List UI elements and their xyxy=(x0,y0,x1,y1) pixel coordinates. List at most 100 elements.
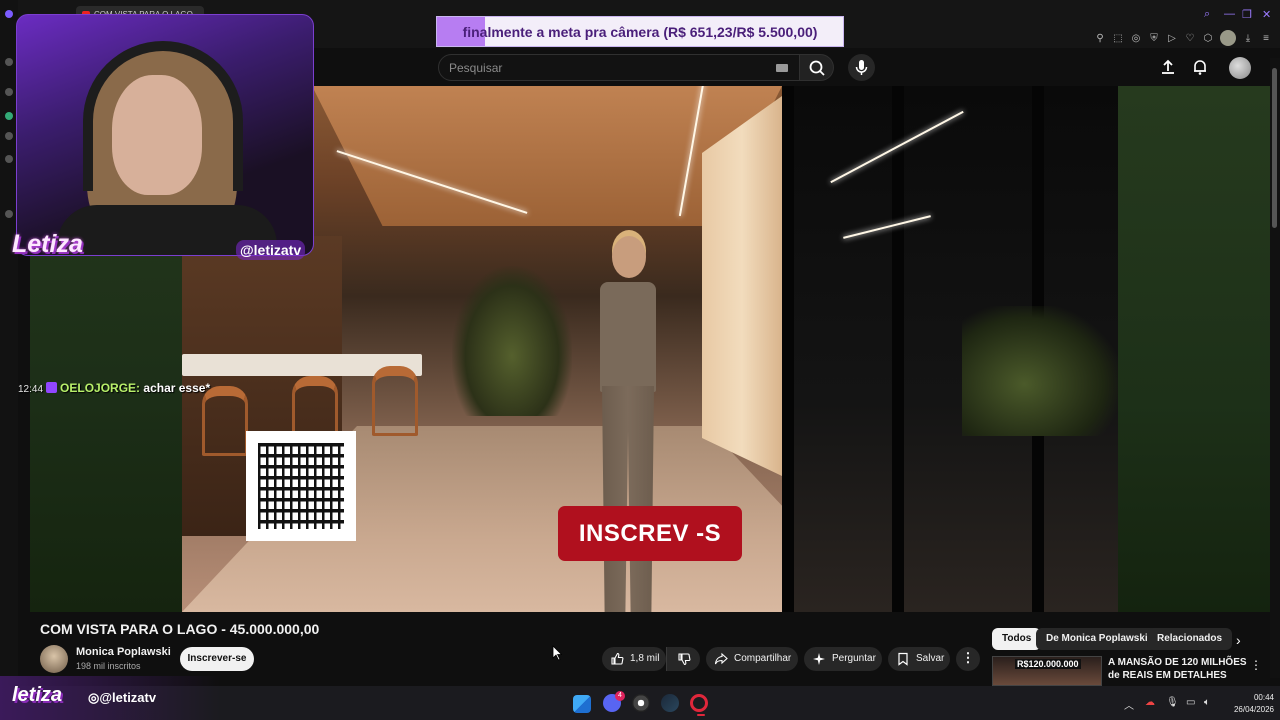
video-scene-mullion xyxy=(782,86,794,612)
webcam-overlay xyxy=(16,14,314,256)
download-icon[interactable]: ⤓ xyxy=(1242,33,1254,44)
shield-icon[interactable]: ⛨ xyxy=(1148,33,1160,44)
sidebar-app-icon[interactable] xyxy=(5,88,13,96)
video-scene-garden xyxy=(962,306,1118,436)
avatar[interactable] xyxy=(1229,57,1251,79)
opera-gx-icon[interactable] xyxy=(690,694,708,712)
more-actions-button[interactable]: ⋮ xyxy=(956,647,980,671)
qr-code-pattern xyxy=(258,443,344,529)
profile-avatar[interactable] xyxy=(1220,30,1236,46)
taskbar-clock-time[interactable]: 00:44 xyxy=(1238,693,1274,702)
taskbar-clock-date[interactable]: 26/04/2026 xyxy=(1228,705,1274,714)
minimize-icon[interactable]: — xyxy=(1224,8,1235,20)
video-title: COM VISTA PARA O LAGO - 45.000.000,00 xyxy=(40,621,320,637)
pin-icon[interactable]: ⚲ xyxy=(1094,33,1106,44)
sidebar-app-icon[interactable] xyxy=(5,155,13,163)
sidebar-app-icon[interactable] xyxy=(5,112,13,120)
thumbs-up-icon xyxy=(611,652,624,665)
share-button[interactable]: Compartilhar xyxy=(706,647,798,671)
active-app-indicator xyxy=(697,714,705,716)
search-icon xyxy=(809,60,825,76)
video-player[interactable]: INSCREV -S xyxy=(182,86,1118,612)
volume-icon[interactable]: 🔈︎ xyxy=(1204,697,1210,708)
search-input[interactable] xyxy=(449,59,769,77)
voice-search-button[interactable] xyxy=(848,54,875,81)
goal-banner: finalmente a meta pra câmera (R$ 651,23/… xyxy=(436,16,844,47)
close-window-icon[interactable]: ✕ xyxy=(1262,8,1271,21)
qr-code xyxy=(246,431,356,541)
windows-start-icon[interactable] xyxy=(573,695,591,713)
chat-username: OELOJORGE: xyxy=(60,381,141,395)
goal-text: finalmente a meta pra câmera (R$ 651,23/… xyxy=(462,24,818,40)
mouse-cursor-icon xyxy=(552,645,562,661)
instagram-handle-text: @letizatv xyxy=(99,690,157,705)
mic-icon xyxy=(855,60,868,75)
channel-name[interactable]: Monica Poplawski xyxy=(76,646,171,658)
chip-todos[interactable]: Todos xyxy=(992,628,1042,650)
steam-icon[interactable] xyxy=(661,694,679,712)
chat-message: 12:44 OELOJORGE: achar esse* xyxy=(18,381,210,395)
save-label: Salvar xyxy=(916,653,945,664)
search-button[interactable] xyxy=(800,54,834,81)
sidebar-app-icon[interactable] xyxy=(5,132,13,140)
like-count: 1,8 mil xyxy=(630,653,660,664)
video-scene-curtain xyxy=(702,96,782,476)
sidebar-app-icon[interactable] xyxy=(5,210,13,218)
instagram-handle: ◎@letizatv xyxy=(88,690,156,706)
tray-app-icon[interactable]: ☁ xyxy=(1145,697,1155,708)
share-label: Compartilhar xyxy=(734,653,792,664)
chip-related[interactable]: Relacionados xyxy=(1147,628,1233,650)
snapshot-icon[interactable]: ◎ xyxy=(1130,33,1142,44)
screenshot-icon[interactable]: ⬚ xyxy=(1112,33,1124,44)
recommendation-thumb-text: R$120.000.000 xyxy=(1015,659,1081,669)
subscribe-overlay: INSCREV -S xyxy=(558,506,742,561)
page-scrollbar[interactable] xyxy=(1270,58,1280,678)
share-icon xyxy=(714,652,728,665)
streamer-handle: @letizatv xyxy=(236,240,306,260)
video-scene-stool xyxy=(202,386,248,456)
like-button[interactable]: 1,8 mil xyxy=(602,647,666,671)
search-tabs-icon[interactable]: ⌕ xyxy=(1204,8,1210,21)
dislike-button[interactable] xyxy=(666,647,700,671)
player-icon[interactable]: ▷ xyxy=(1166,33,1178,44)
subscribe-button[interactable]: Inscrever-se xyxy=(180,647,254,671)
video-scene-mullion xyxy=(892,86,904,612)
video-scene-stool xyxy=(372,366,418,436)
save-button[interactable]: Salvar xyxy=(888,647,950,671)
display-tray-icon[interactable]: ▭ xyxy=(1186,697,1195,708)
bookmark-icon xyxy=(898,652,908,666)
extensions-icon[interactable]: ⬡ xyxy=(1202,33,1214,44)
sparkle-icon xyxy=(813,653,825,665)
chip-channel[interactable]: De Monica Poplawski xyxy=(1036,628,1158,650)
restore-icon[interactable]: ❐ xyxy=(1242,8,1252,21)
chevron-right-icon[interactable]: › xyxy=(1236,632,1241,648)
upload-icon[interactable] xyxy=(1159,58,1177,76)
presenter-vest xyxy=(600,282,656,392)
chat-timestamp: 12:44 xyxy=(18,384,44,395)
keyboard-icon[interactable] xyxy=(776,64,788,72)
streamer-name: Letiza xyxy=(12,230,83,258)
search-box xyxy=(438,54,800,81)
microphone-tray-icon[interactable]: 🎙︎ xyxy=(1166,697,1179,708)
menu-icon[interactable]: ≡ xyxy=(1260,33,1272,44)
channel-avatar[interactable] xyxy=(40,645,68,673)
sidebar-app-icon[interactable] xyxy=(5,58,13,66)
chevron-up-icon[interactable]: ︿ xyxy=(1124,697,1134,712)
discord-notification-badge: 4 xyxy=(615,691,625,701)
scrollbar-thumb[interactable] xyxy=(1272,68,1277,228)
recommendation-thumbnail[interactable]: R$120.000.000 xyxy=(992,656,1102,686)
ask-button[interactable]: Perguntar xyxy=(804,647,882,671)
thumbs-down-icon xyxy=(678,653,691,666)
recommendation-menu-icon[interactable]: ⋮ xyxy=(1250,658,1262,672)
extensions-bar: ⚲ ⬚ ◎ ⛨ ▷ ♡ ⬡ ⤓ ≡ xyxy=(1094,30,1272,46)
video-ambient-right xyxy=(1118,86,1270,612)
heart-icon[interactable]: ♡ xyxy=(1184,33,1196,44)
opera-logo-icon[interactable] xyxy=(5,10,13,18)
presenter-trousers xyxy=(602,386,654,612)
video-scene-light xyxy=(843,215,931,239)
headset-icon xyxy=(83,41,243,191)
recommendation-title[interactable]: A MANSÃO DE 120 MILHÕES de REAIS EM DETA… xyxy=(1108,656,1248,682)
bell-icon[interactable] xyxy=(1191,58,1209,76)
instagram-icon: ◎ xyxy=(88,690,100,705)
obs-icon[interactable] xyxy=(632,694,650,712)
